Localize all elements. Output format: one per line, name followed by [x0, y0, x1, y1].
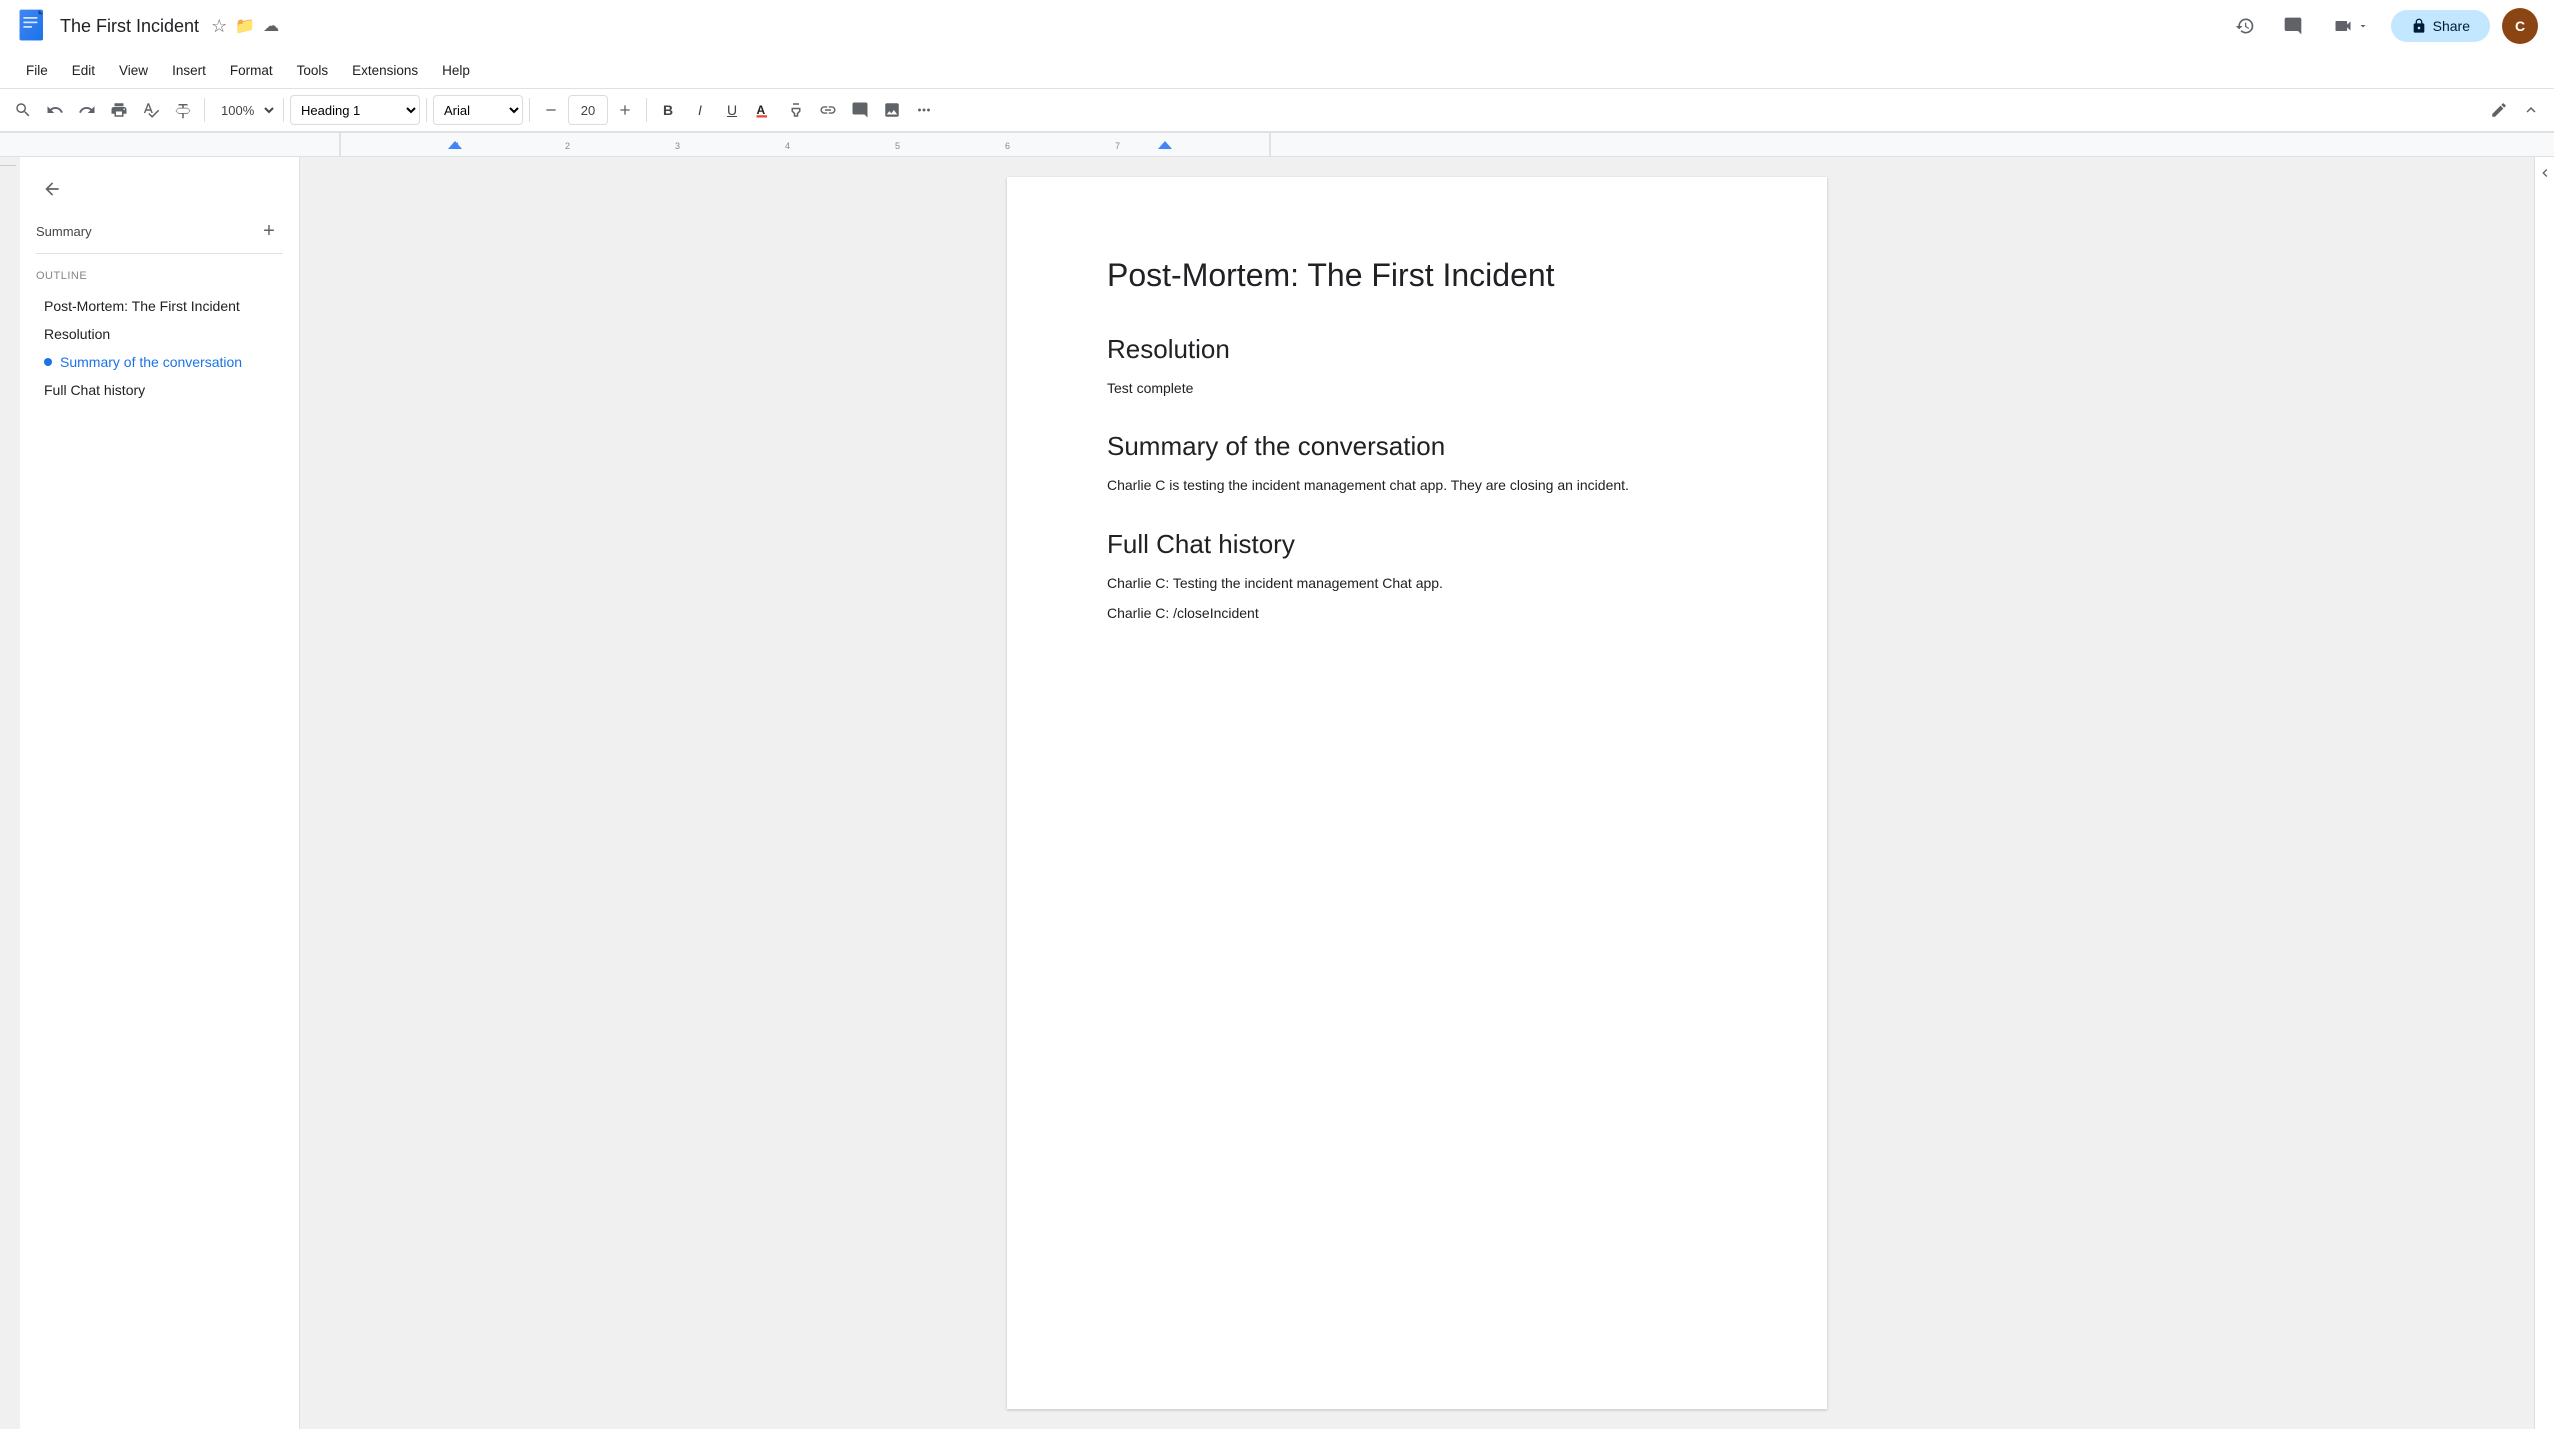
outline-label: Outline: [36, 270, 283, 282]
doc-page: Post-Mortem: The First Incident Resoluti…: [1007, 177, 1827, 1409]
more-options-button[interactable]: [909, 95, 939, 125]
menu-tools[interactable]: Tools: [287, 59, 339, 82]
collapse-panel-button[interactable]: [2537, 165, 2553, 184]
folder-icon[interactable]: 📁: [235, 16, 255, 36]
zoom-select[interactable]: 100%: [211, 98, 277, 123]
doc-main-title: Post-Mortem: The First Incident: [1107, 257, 1727, 294]
video-call-button[interactable]: [2323, 10, 2379, 42]
svg-text:7: 7: [1115, 141, 1120, 151]
menu-insert[interactable]: Insert: [162, 59, 216, 82]
svg-text:4: 4: [785, 141, 790, 151]
italic-button[interactable]: I: [685, 95, 715, 125]
back-button[interactable]: [36, 173, 68, 205]
decrease-font-button[interactable]: [536, 95, 566, 125]
cloud-icon[interactable]: ☁: [263, 16, 279, 36]
section-paragraph: Charlie C: /closeIncident: [1107, 602, 1727, 624]
sidebar-divider: [36, 253, 283, 254]
menu-file[interactable]: File: [16, 59, 58, 82]
divider-2: [283, 98, 284, 122]
edit-mode-button[interactable]: [2484, 95, 2514, 125]
divider-1: [204, 98, 205, 122]
search-button[interactable]: [8, 95, 38, 125]
svg-text:3: 3: [675, 141, 680, 151]
toolbar: 100% Heading 1 Arial B I U A: [0, 88, 2554, 132]
active-indicator: [44, 358, 52, 366]
spellcheck-button[interactable]: [136, 95, 166, 125]
comment-button[interactable]: [2275, 8, 2311, 44]
user-avatar[interactable]: C: [2502, 8, 2538, 44]
doc-title: The First Incident: [60, 16, 199, 37]
svg-text:A: A: [757, 103, 766, 117]
undo-button[interactable]: [40, 95, 70, 125]
outline-item[interactable]: Post-Mortem: The First Incident: [36, 294, 283, 318]
share-label: Share: [2433, 18, 2470, 34]
doc-icon: [16, 8, 52, 44]
underline-button[interactable]: U: [717, 95, 747, 125]
add-summary-button[interactable]: +: [255, 217, 283, 245]
font-select[interactable]: Arial: [433, 95, 523, 125]
section-paragraph: Charlie C: Testing the incident manageme…: [1107, 572, 1727, 594]
ruler: 1 2 3 4 5 6 7: [0, 133, 2554, 157]
outline-item[interactable]: Summary of the conversation: [36, 350, 283, 374]
highlight-button[interactable]: [781, 95, 811, 125]
menu-extensions[interactable]: Extensions: [342, 59, 428, 82]
section-paragraph: Test complete: [1107, 377, 1727, 399]
svg-text:5: 5: [895, 141, 900, 151]
share-button[interactable]: Share: [2391, 10, 2490, 42]
menu-bar: File Edit View Insert Format Tools Exten…: [0, 52, 2554, 88]
redo-button[interactable]: [72, 95, 102, 125]
history-button[interactable]: [2227, 8, 2263, 44]
image-button[interactable]: [877, 95, 907, 125]
svg-text:6: 6: [1005, 141, 1010, 151]
doc-sections: Resolution Test complete Summary of the co…: [1107, 334, 1727, 625]
sidebar: Summary + Outline Post-Mortem: The First…: [20, 157, 300, 1429]
summary-row: Summary +: [36, 217, 283, 245]
menu-help[interactable]: Help: [432, 59, 480, 82]
section-heading: Summary of the conversation: [1107, 431, 1727, 462]
doc-area[interactable]: Post-Mortem: The First Incident Resoluti…: [300, 157, 2534, 1429]
comment-inline-button[interactable]: [845, 95, 875, 125]
link-button[interactable]: [813, 95, 843, 125]
text-color-button[interactable]: A: [749, 95, 779, 125]
section-heading: Full Chat history: [1107, 529, 1727, 560]
menu-view[interactable]: View: [109, 59, 158, 82]
paintformat-button[interactable]: [168, 95, 198, 125]
section-paragraph: Charlie C is testing the incident manage…: [1107, 474, 1727, 496]
outline-item[interactable]: Resolution: [36, 322, 283, 346]
right-panel: [2534, 157, 2554, 1429]
increase-font-button[interactable]: [610, 95, 640, 125]
style-select[interactable]: Heading 1: [290, 95, 420, 125]
top-right-actions: Share C: [2227, 8, 2538, 44]
chevron-up-button[interactable]: [2516, 95, 2546, 125]
star-icon[interactable]: ☆: [211, 16, 227, 37]
left-margin: [0, 157, 20, 1429]
menu-edit[interactable]: Edit: [62, 59, 105, 82]
outline-list: Post-Mortem: The First Incident Resolutio…: [36, 294, 283, 406]
bold-button[interactable]: B: [653, 95, 683, 125]
font-size-input[interactable]: [568, 95, 608, 125]
title-bar: The First Incident ☆ 📁 ☁ Share C: [0, 0, 2554, 52]
divider-5: [646, 98, 647, 122]
top-bar: The First Incident ☆ 📁 ☁ Share C: [0, 0, 2554, 133]
divider-3: [426, 98, 427, 122]
menu-format[interactable]: Format: [220, 59, 283, 82]
svg-text:2: 2: [565, 141, 570, 151]
divider-4: [529, 98, 530, 122]
title-icons: ☆ 📁 ☁: [211, 16, 279, 37]
section-heading: Resolution: [1107, 334, 1727, 365]
summary-label: Summary: [36, 224, 92, 239]
print-button[interactable]: [104, 95, 134, 125]
main-area: Summary + Outline Post-Mortem: The First…: [0, 157, 2554, 1429]
outline-item[interactable]: Full Chat history: [36, 378, 283, 402]
